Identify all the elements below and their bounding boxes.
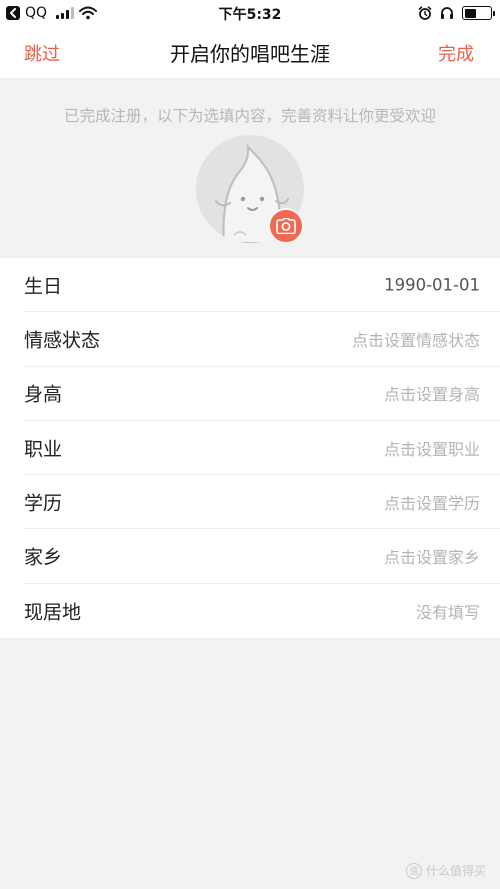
current-residence-label: 现居地 (24, 601, 82, 624)
registration-hint: 已完成注册，以下为选填内容，完善资料让你更受欢迎 (63, 107, 436, 125)
education-value: 点击设置学历 (383, 493, 480, 513)
done-button[interactable]: 完成 (438, 40, 474, 66)
nav-bar: 跳过 开启你的唱吧生涯 完成 (0, 26, 500, 78)
watermark: 值 什么值得买 (405, 862, 486, 879)
height-row[interactable]: 身高 点击设置身高 (24, 367, 500, 421)
relationship-status-row[interactable]: 情感状态 点击设置情感状态 (24, 312, 500, 367)
current-residence-row[interactable]: 现居地 没有填写 (24, 584, 500, 638)
status-bar: QQ 下午5:32 (0, 0, 500, 26)
profile-header: 已完成注册，以下为选填内容，完善资料让你更受欢迎 (0, 78, 500, 258)
battery-level-fill (464, 8, 476, 18)
birthday-value: 1990-01-01 (384, 275, 480, 295)
height-value: 点击设置身高 (383, 385, 480, 405)
status-bar-right (418, 4, 495, 22)
occupation-value: 点击设置职业 (383, 439, 480, 459)
birthday-label: 生日 (24, 275, 63, 298)
hometown-value: 点击设置家乡 (383, 548, 480, 568)
relationship-status-value: 点击设置情感状态 (351, 330, 480, 350)
profile-fields-list: 生日 1990-01-01 情感状态 点击设置情感状态 身高 点击设置身高 职业… (0, 258, 500, 638)
change-avatar-button[interactable] (268, 208, 304, 244)
watermark-badge: 值 (405, 862, 422, 879)
education-row[interactable]: 学历 点击设置学历 (24, 475, 500, 530)
page-title: 开启你的唱吧生涯 (170, 42, 330, 66)
current-residence-value: 没有填写 (415, 602, 480, 622)
watermark-text: 什么值得买 (425, 864, 486, 878)
headphones-icon (441, 7, 453, 19)
alarm-icon (418, 6, 432, 20)
relationship-status-label: 情感状态 (24, 329, 101, 352)
birthday-row[interactable]: 生日 1990-01-01 (24, 258, 500, 313)
hometown-label: 家乡 (24, 546, 63, 569)
occupation-row[interactable]: 职业 点击设置职业 (24, 421, 500, 476)
height-label: 身高 (24, 383, 63, 406)
occupation-label: 职业 (24, 438, 63, 461)
camera-icon (276, 218, 296, 234)
battery-icon (462, 6, 495, 20)
hometown-row[interactable]: 家乡 点击设置家乡 (24, 529, 500, 584)
education-label: 学历 (24, 492, 63, 515)
